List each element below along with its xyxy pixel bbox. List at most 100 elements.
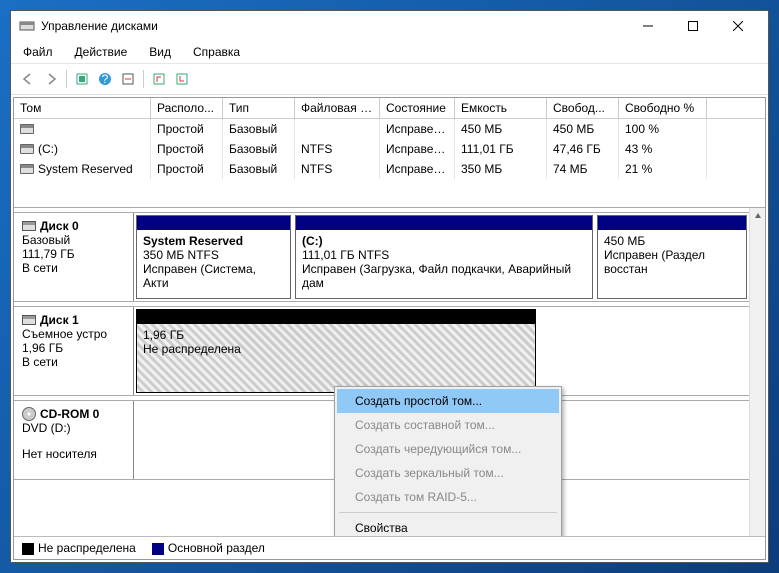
partition-info: 350 МБ NTFS [143, 248, 284, 262]
view-top-button[interactable] [148, 68, 170, 90]
disk-icon [22, 221, 36, 231]
volume-name: System Reserved [38, 162, 133, 176]
partition-unallocated[interactable]: 1,96 ГБ Не распределена [136, 309, 536, 393]
volume-row[interactable]: Простой Базовый Исправен... 450 МБ 450 М… [14, 119, 765, 139]
partition-title: System Reserved [143, 234, 284, 248]
partition-system-reserved[interactable]: System Reserved 350 МБ NTFS Исправен (Си… [136, 215, 291, 299]
volume-fs: NTFS [295, 139, 380, 159]
ctx-create-spanned-volume: Создать составной том... [337, 413, 559, 437]
volume-fs: NTFS [295, 159, 380, 179]
partition-info: 450 МБ [604, 234, 740, 248]
volume-capacity: 350 МБ [455, 159, 547, 179]
volume-fs [295, 119, 380, 139]
disk-graphical-view: Диск 0 Базовый 111,79 ГБ В сети System R… [14, 208, 765, 536]
menu-action[interactable]: Действие [71, 43, 132, 61]
ctx-create-mirrored-volume: Создать зеркальный том... [337, 461, 559, 485]
volume-freepct: 100 % [619, 119, 707, 139]
menu-file[interactable]: Файл [19, 43, 57, 61]
volume-row[interactable]: (C:) Простой Базовый NTFS Исправен... 11… [14, 139, 765, 159]
minimize-button[interactable] [625, 12, 670, 40]
close-button[interactable] [715, 12, 760, 40]
volume-layout: Простой [151, 159, 223, 179]
volume-row[interactable]: System Reserved Простой Базовый NTFS Исп… [14, 159, 765, 179]
legend-unallocated: Не распределена [22, 541, 136, 555]
col-capacity[interactable]: Емкость [455, 98, 547, 118]
forward-button[interactable] [40, 68, 62, 90]
view-bottom-button[interactable] [171, 68, 193, 90]
menu-view[interactable]: Вид [145, 43, 175, 61]
ctx-create-simple-volume[interactable]: Создать простой том... [337, 389, 559, 413]
volume-free: 450 МБ [547, 119, 619, 139]
volume-list: Том Располо... Тип Файловая с... Состоян… [14, 98, 765, 208]
col-freepct[interactable]: Свободно % [619, 98, 707, 118]
partition-status: Не распределена [143, 342, 529, 356]
menubar: Файл Действие Вид Справка [11, 41, 768, 64]
disk-0-info: Диск 0 Базовый 111,79 ГБ В сети [14, 213, 134, 301]
volume-freepct: 43 % [619, 139, 707, 159]
partition-info: 111,01 ГБ NTFS [302, 248, 586, 262]
col-free[interactable]: Свобод... [547, 98, 619, 118]
cdrom-status: Нет носителя [22, 447, 125, 461]
legend-primary: Основной раздел [152, 541, 265, 555]
partition-c[interactable]: (C:) 111,01 ГБ NTFS Исправен (Загрузка, … [295, 215, 593, 299]
partition-status: Исправен (Загрузка, Файл подкачки, Авари… [302, 262, 586, 290]
volume-name: (C:) [38, 142, 58, 156]
disk-0-type: Базовый [22, 233, 125, 247]
refresh-button[interactable] [71, 68, 93, 90]
col-layout[interactable]: Располо... [151, 98, 223, 118]
col-type[interactable]: Тип [223, 98, 295, 118]
disk-1-info: Диск 1 Съемное устро 1,96 ГБ В сети [14, 307, 134, 395]
back-button[interactable] [17, 68, 39, 90]
context-menu: Создать простой том... Создать составной… [334, 386, 562, 536]
partition-status: Исправен (Система, Акти [143, 262, 284, 290]
volume-type: Базовый [223, 119, 295, 139]
volume-capacity: 111,01 ГБ [455, 139, 547, 159]
partition-info: 1,96 ГБ [143, 328, 529, 342]
action-button[interactable] [117, 68, 139, 90]
menu-help[interactable]: Справка [189, 43, 244, 61]
maximize-button[interactable] [670, 12, 715, 40]
ctx-create-raid5-volume: Создать том RAID-5... [337, 485, 559, 509]
disk-icon [22, 315, 36, 325]
volume-header: Том Располо... Тип Файловая с... Состоян… [14, 98, 765, 119]
partition-status: Исправен (Раздел восстан [604, 248, 740, 276]
disk-1-row[interactable]: Диск 1 Съемное устро 1,96 ГБ В сети 1,96… [14, 306, 749, 396]
disk-1-type: Съемное устро [22, 327, 125, 341]
disk-0-row[interactable]: Диск 0 Базовый 111,79 ГБ В сети System R… [14, 212, 749, 302]
ctx-create-striped-volume: Создать чередующийся том... [337, 437, 559, 461]
scroll-up-icon[interactable] [750, 208, 765, 224]
col-status[interactable]: Состояние [380, 98, 455, 118]
volume-layout: Простой [151, 139, 223, 159]
volume-status: Исправен... [380, 119, 455, 139]
col-volume[interactable]: Том [14, 98, 151, 118]
disk-0-status: В сети [22, 261, 125, 275]
volume-layout: Простой [151, 119, 223, 139]
cdrom-type: DVD (D:) [22, 421, 125, 435]
help-icon[interactable]: ? [94, 68, 116, 90]
disk-1-size: 1,96 ГБ [22, 341, 125, 355]
volume-status: Исправен... [380, 139, 455, 159]
vertical-scrollbar[interactable] [749, 208, 765, 536]
volume-type: Базовый [223, 139, 295, 159]
disk-1-status: В сети [22, 355, 125, 369]
volume-freepct: 21 % [619, 159, 707, 179]
volume-icon [20, 164, 34, 174]
disk-0-size: 111,79 ГБ [22, 247, 125, 261]
partition-title: (C:) [302, 234, 586, 248]
col-filesystem[interactable]: Файловая с... [295, 98, 380, 118]
cdrom-title: CD-ROM 0 [40, 407, 99, 421]
app-icon [19, 18, 35, 34]
volume-capacity: 450 МБ [455, 119, 547, 139]
cdrom-info: CD-ROM 0 DVD (D:) Нет носителя [14, 401, 134, 479]
toolbar: ? [11, 64, 768, 95]
cd-icon [22, 407, 36, 421]
volume-free: 74 МБ [547, 159, 619, 179]
disk-0-title: Диск 0 [40, 219, 79, 233]
titlebar[interactable]: Управление дисками [11, 11, 768, 41]
volume-status: Исправен... [380, 159, 455, 179]
volume-free: 47,46 ГБ [547, 139, 619, 159]
content-area: Том Располо... Тип Файловая с... Состоян… [13, 97, 766, 560]
volume-icon [20, 124, 34, 134]
ctx-properties[interactable]: Свойства [337, 516, 559, 536]
partition-recovery[interactable]: 450 МБ Исправен (Раздел восстан [597, 215, 747, 299]
